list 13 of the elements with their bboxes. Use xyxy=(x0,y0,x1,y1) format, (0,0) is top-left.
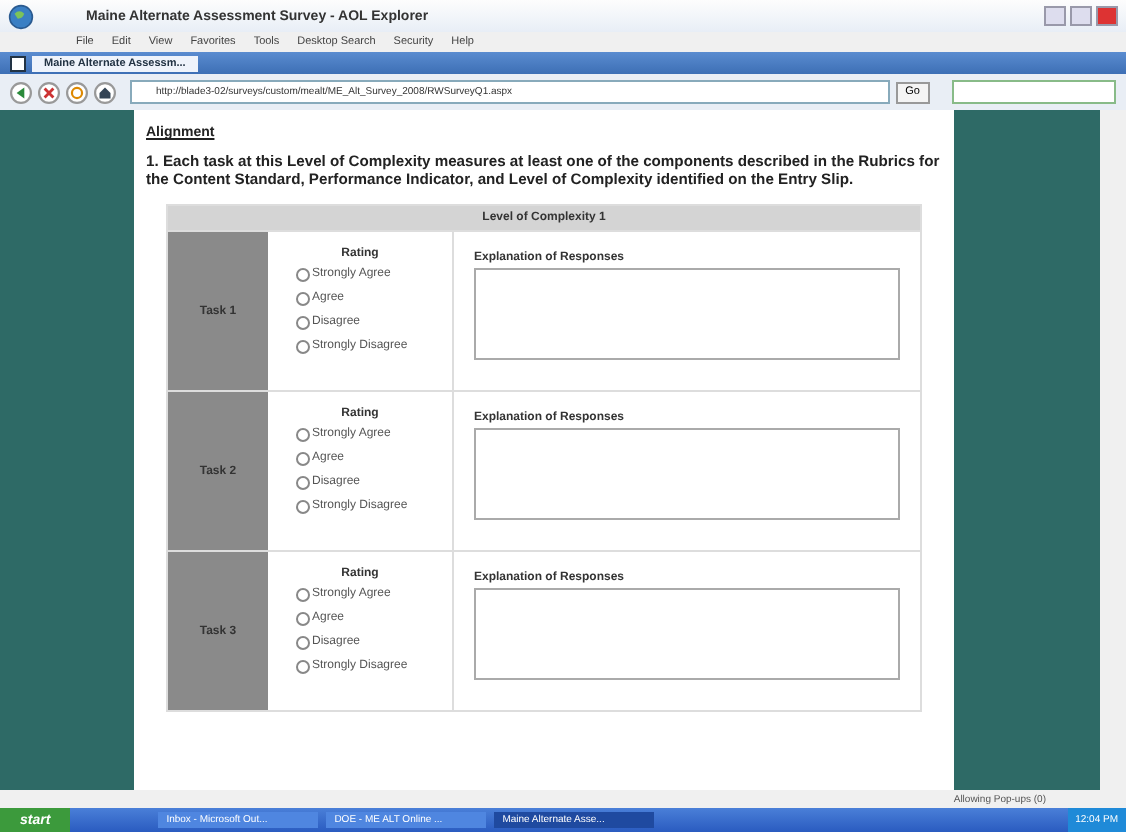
explanation-field[interactable] xyxy=(474,428,900,520)
maximize-button[interactable] xyxy=(1070,6,1092,26)
search-field[interactable] xyxy=(952,80,1116,104)
explanation-field[interactable] xyxy=(474,588,900,680)
close-button[interactable] xyxy=(1096,6,1118,26)
globe-icon xyxy=(8,3,34,29)
home-button[interactable] xyxy=(94,81,116,103)
stop-button[interactable] xyxy=(38,81,60,103)
back-button[interactable] xyxy=(10,81,32,103)
minimize-button[interactable] xyxy=(1044,6,1066,26)
explanation-field[interactable] xyxy=(474,268,900,360)
scrollbar[interactable] xyxy=(1100,110,1126,790)
new-tab-button[interactable] xyxy=(10,55,26,71)
